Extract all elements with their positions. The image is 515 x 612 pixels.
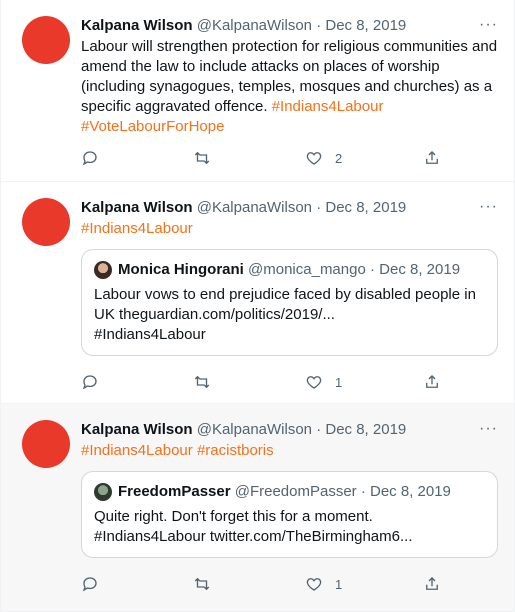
- quoted-tweet-header: FreedomPasser @FreedomPasser · Dec 8, 20…: [94, 482, 485, 501]
- quoted-author-name: Monica Hingorani: [118, 261, 244, 278]
- hashtag-link[interactable]: #Indians4Labour: [272, 98, 384, 115]
- like-count: 1: [335, 576, 343, 592]
- author-name[interactable]: Kalpana Wilson: [81, 17, 193, 34]
- avatar: [94, 482, 112, 501]
- like-count: 2: [335, 150, 343, 166]
- hashtag-link[interactable]: #Indians4Labour: [81, 220, 193, 237]
- quoted-tweet[interactable]: FreedomPasser @FreedomPasser · Dec 8, 20…: [81, 471, 498, 558]
- retweet-button[interactable]: [193, 149, 211, 167]
- like-icon: [306, 376, 322, 389]
- author-name[interactable]: Kalpana Wilson: [81, 199, 193, 216]
- reply-button[interactable]: [81, 575, 99, 593]
- quoted-tweet-body: Quite right. Don't forget this for a mom…: [94, 508, 373, 525]
- more-options-icon[interactable]: ···: [479, 420, 498, 438]
- like-button[interactable]: 1: [305, 575, 342, 593]
- quoted-tweet-text: Quite right. Don't forget this for a mom…: [94, 507, 485, 547]
- quoted-author-handle: @FreedomPasser: [234, 483, 357, 500]
- like-button[interactable]: 1: [305, 373, 342, 391]
- reply-button[interactable]: [81, 373, 99, 391]
- tweet[interactable]: Kalpana Wilson @KalpanaWilson · Dec 8, 2…: [1, 182, 514, 404]
- tweet[interactable]: Kalpana Wilson @KalpanaWilson · Dec 8, 2…: [1, 404, 514, 612]
- quoted-author-handle: @monica_mango: [248, 261, 366, 278]
- like-icon: [306, 578, 322, 591]
- author-name[interactable]: Kalpana Wilson: [81, 421, 193, 438]
- avatar[interactable]: [22, 420, 70, 468]
- retweet-icon: [194, 151, 210, 165]
- tweet-date[interactable]: · Dec 8, 2019: [316, 199, 406, 216]
- tweet-text: #Indians4Labour #racistboris: [81, 441, 498, 461]
- more-options-icon[interactable]: ···: [479, 198, 498, 216]
- quoted-tweet-text: Labour vows to end prejudice faced by di…: [94, 285, 485, 345]
- share-icon: [426, 151, 438, 164]
- author-handle[interactable]: @KalpanaWilson: [197, 421, 312, 438]
- quoted-tweet-body: Labour vows to end prejudice faced by di…: [94, 286, 476, 323]
- hashtag-link[interactable]: #VoteLabourForHope: [81, 118, 224, 135]
- timeline: Kalpana Wilson @KalpanaWilson · Dec 8, 2…: [0, 0, 515, 612]
- retweet-icon: [194, 577, 210, 591]
- tweet[interactable]: Kalpana Wilson @KalpanaWilson · Dec 8, 2…: [1, 0, 514, 182]
- like-icon: [306, 152, 322, 165]
- more-options-icon[interactable]: ···: [479, 16, 498, 34]
- author-handle[interactable]: @KalpanaWilson: [197, 199, 312, 216]
- reply-icon: [82, 577, 97, 592]
- share-button[interactable]: [423, 575, 441, 593]
- retweet-button[interactable]: [193, 373, 211, 391]
- share-icon: [426, 375, 438, 388]
- retweet-button[interactable]: [193, 575, 211, 593]
- share-button[interactable]: [423, 149, 441, 167]
- reply-icon: [82, 151, 97, 166]
- tweet-text: Labour will strengthen protection for re…: [81, 37, 498, 137]
- quoted-tweet-date: · Dec 8, 2019: [360, 483, 451, 500]
- avatar: [94, 260, 112, 279]
- quoted-tweet-body: #Indians4Labour twitter.com/TheBirmingha…: [94, 528, 413, 545]
- quoted-tweet-date: · Dec 8, 2019: [369, 261, 461, 278]
- author-handle[interactable]: @KalpanaWilson: [197, 17, 312, 34]
- avatar[interactable]: [22, 198, 70, 246]
- like-button[interactable]: 2: [305, 149, 342, 167]
- tweet-header: Kalpana Wilson @KalpanaWilson · Dec 8, 2…: [81, 16, 498, 35]
- tweet-date[interactable]: · Dec 8, 2019: [316, 17, 406, 34]
- tweet-header: Kalpana Wilson @KalpanaWilson · Dec 8, 2…: [81, 420, 498, 439]
- tweet-date[interactable]: · Dec 8, 2019: [316, 421, 406, 438]
- reply-button[interactable]: [81, 149, 99, 167]
- quoted-tweet-header: Monica Hingorani @monica_mango · Dec 8, …: [94, 260, 485, 279]
- quoted-hashtag: #Indians4Labour: [94, 326, 206, 343]
- quoted-tweet[interactable]: Monica Hingorani @monica_mango · Dec 8, …: [81, 249, 498, 356]
- hashtag-link[interactable]: #racistboris: [197, 442, 274, 459]
- hashtag-link[interactable]: #Indians4Labour: [81, 442, 193, 459]
- avatar[interactable]: [22, 16, 70, 64]
- retweet-icon: [194, 375, 210, 389]
- reply-icon: [82, 375, 97, 390]
- tweet-text: #Indians4Labour: [81, 219, 498, 239]
- tweet-header: Kalpana Wilson @KalpanaWilson · Dec 8, 2…: [81, 198, 498, 217]
- quoted-author-name: FreedomPasser: [118, 483, 231, 500]
- share-button[interactable]: [423, 373, 441, 391]
- share-icon: [426, 577, 438, 590]
- like-count: 1: [335, 374, 343, 390]
